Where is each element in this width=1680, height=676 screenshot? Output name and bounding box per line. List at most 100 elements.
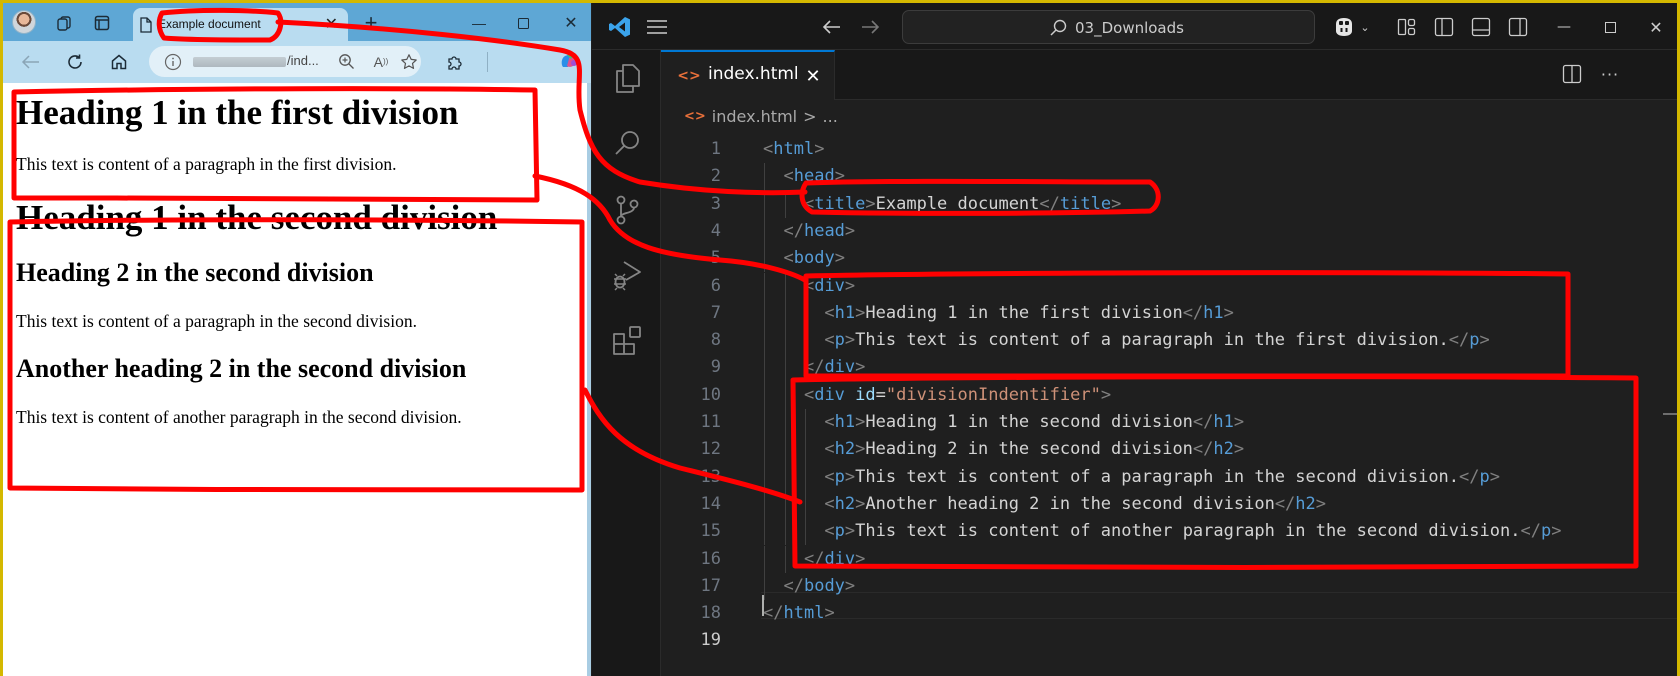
code-line[interactable]: 16 </div> [661,545,1677,573]
line-number: 1 [710,139,721,159]
toggle-primary-sidebar-icon[interactable] [1432,15,1456,39]
indent-guide [784,299,786,328]
rendered-page: Heading 1 in the first division This tex… [3,85,587,676]
code-line[interactable]: 9 </div> [661,354,1677,382]
minimize-button[interactable]: — [467,11,491,35]
indent-guide [764,545,765,573]
browser-window: Example document ✕ + — ✕ /ind... A)) He… [3,3,591,676]
editor-tab-index-html[interactable]: <> index.html ✕ [661,50,835,100]
indent-guide [784,327,786,355]
scrollbar-marker[interactable] [1663,413,1677,415]
indent-guide [764,490,765,519]
code-line[interactable]: 15 <p>This text is content of another pa… [661,518,1677,546]
close-tab-icon[interactable]: ✕ [325,14,338,34]
forward-arrow-icon[interactable] [858,15,882,39]
indent-guide [764,463,765,491]
toggle-secondary-sidebar-icon[interactable] [1506,15,1530,39]
split-editor-icon[interactable] [1560,62,1584,86]
line-number: 7 [710,302,721,323]
code-line[interactable]: 8 <p>This text is content of a paragraph… [661,327,1677,355]
extensions-view-icon[interactable] [610,323,644,357]
code-text: <p>This text is content of a paragraph i… [824,466,1501,487]
close-window-button[interactable]: ✕ [559,11,583,35]
code-editor[interactable]: 1 <html> 2 <head> 3 <title>Example document… [661,133,1677,676]
browser-tab-active[interactable]: Example document ✕ [133,8,348,41]
indent-guide [784,463,786,491]
code-line[interactable]: 12 <h2>Heading 2 in the second division<… [661,436,1677,464]
code-text: <h2>Heading 2 in the second division</h2… [824,439,1245,460]
browser-nav-bar: /ind... A)) [3,41,591,83]
code-text: <head> [783,166,845,187]
breadcrumb-file[interactable]: index.html [712,107,797,126]
profile-avatar[interactable] [12,10,36,34]
code-line[interactable]: 7 <h1>Heading 1 in the first division</h… [661,299,1677,328]
code-line[interactable]: 17 </body> [661,572,1677,601]
code-line[interactable]: 14 <h2>Another heading 2 in the second d… [661,490,1677,519]
code-line[interactable]: 19 [661,627,1677,654]
back-arrow-icon[interactable] [820,15,844,39]
explorer-icon[interactable] [610,62,644,96]
command-center-search[interactable]: 03_Downloads [902,10,1315,44]
indent-guide [764,163,765,191]
code-line[interactable]: 2 <head> [661,163,1677,191]
indent-guide [784,409,786,437]
breadcrumb-more[interactable]: ... [823,107,838,126]
code-line[interactable]: 4 </head> [661,217,1677,246]
source-control-icon[interactable] [610,193,644,227]
code-line[interactable]: 6 <div> [661,272,1677,300]
minimize-button[interactable]: — [1552,15,1576,39]
zoom-icon[interactable] [337,52,356,71]
menu-icon[interactable] [644,14,670,40]
code-text: <body> [783,248,845,269]
tab-actions-icon[interactable] [91,12,113,34]
line-number: 10 [700,384,721,405]
indent-guide [764,518,765,546]
copilot-icon[interactable] [1330,13,1358,41]
code-line[interactable]: 18 </html> [661,600,1677,627]
page-icon [139,16,153,34]
indent-guide [805,409,806,437]
search-view-icon[interactable] [610,127,644,161]
code-text: </head> [783,220,856,241]
line-number: 12 [700,439,721,460]
line-number: 16 [700,548,721,569]
read-aloud-icon[interactable]: A)) [371,52,391,71]
maximize-button[interactable] [511,11,535,35]
code-line[interactable]: 3 <title>Example document</title> [661,190,1677,218]
address-bar[interactable]: /ind... A)) [149,46,421,77]
back-icon[interactable] [19,50,43,74]
customize-layout-icon[interactable] [1395,15,1419,39]
activity-bar [592,50,661,676]
code-line[interactable]: 11 <h1>Heading 1 in the second division<… [661,409,1677,437]
rendered-p-second: This text is content of a paragraph in t… [16,311,417,331]
workspaces-icon[interactable] [53,12,75,34]
indent-guide [764,409,765,437]
line-number: 9 [710,357,721,378]
info-icon[interactable] [163,52,182,71]
copilot-chevron-down-icon[interactable]: ⌄ [1358,17,1372,37]
code-text: <p>This text is content of another parag… [824,521,1562,542]
line-number: 18 [700,603,721,624]
indent-guide [805,518,806,546]
code-line[interactable]: 1 <html> [661,136,1677,163]
code-line[interactable]: 5 <body> [661,245,1677,273]
line-number: 3 [710,193,721,214]
new-tab-icon[interactable]: + [359,10,383,35]
code-line[interactable]: 13 <p>This text is content of a paragrap… [661,463,1677,491]
indent-guide [805,463,806,491]
close-window-button[interactable]: ✕ [1644,15,1668,39]
copilot-icon[interactable] [557,49,581,73]
more-actions-icon[interactable]: ··· [1597,62,1623,86]
favorite-star-icon[interactable] [399,52,418,71]
refresh-icon[interactable] [63,50,87,74]
code-line[interactable]: 10 <div id="divisionIndentifier"> [661,381,1677,409]
run-debug-icon[interactable] [610,258,644,292]
code-text: </html> [763,603,835,624]
maximize-button[interactable] [1598,15,1622,39]
extensions-icon[interactable] [443,50,467,74]
indent-guide [805,327,806,355]
home-icon[interactable] [107,50,131,74]
rendered-h1-second: Heading 1 in the second division [16,198,498,237]
close-tab-icon[interactable]: ✕ [802,64,824,88]
toggle-panel-icon[interactable] [1469,15,1493,39]
